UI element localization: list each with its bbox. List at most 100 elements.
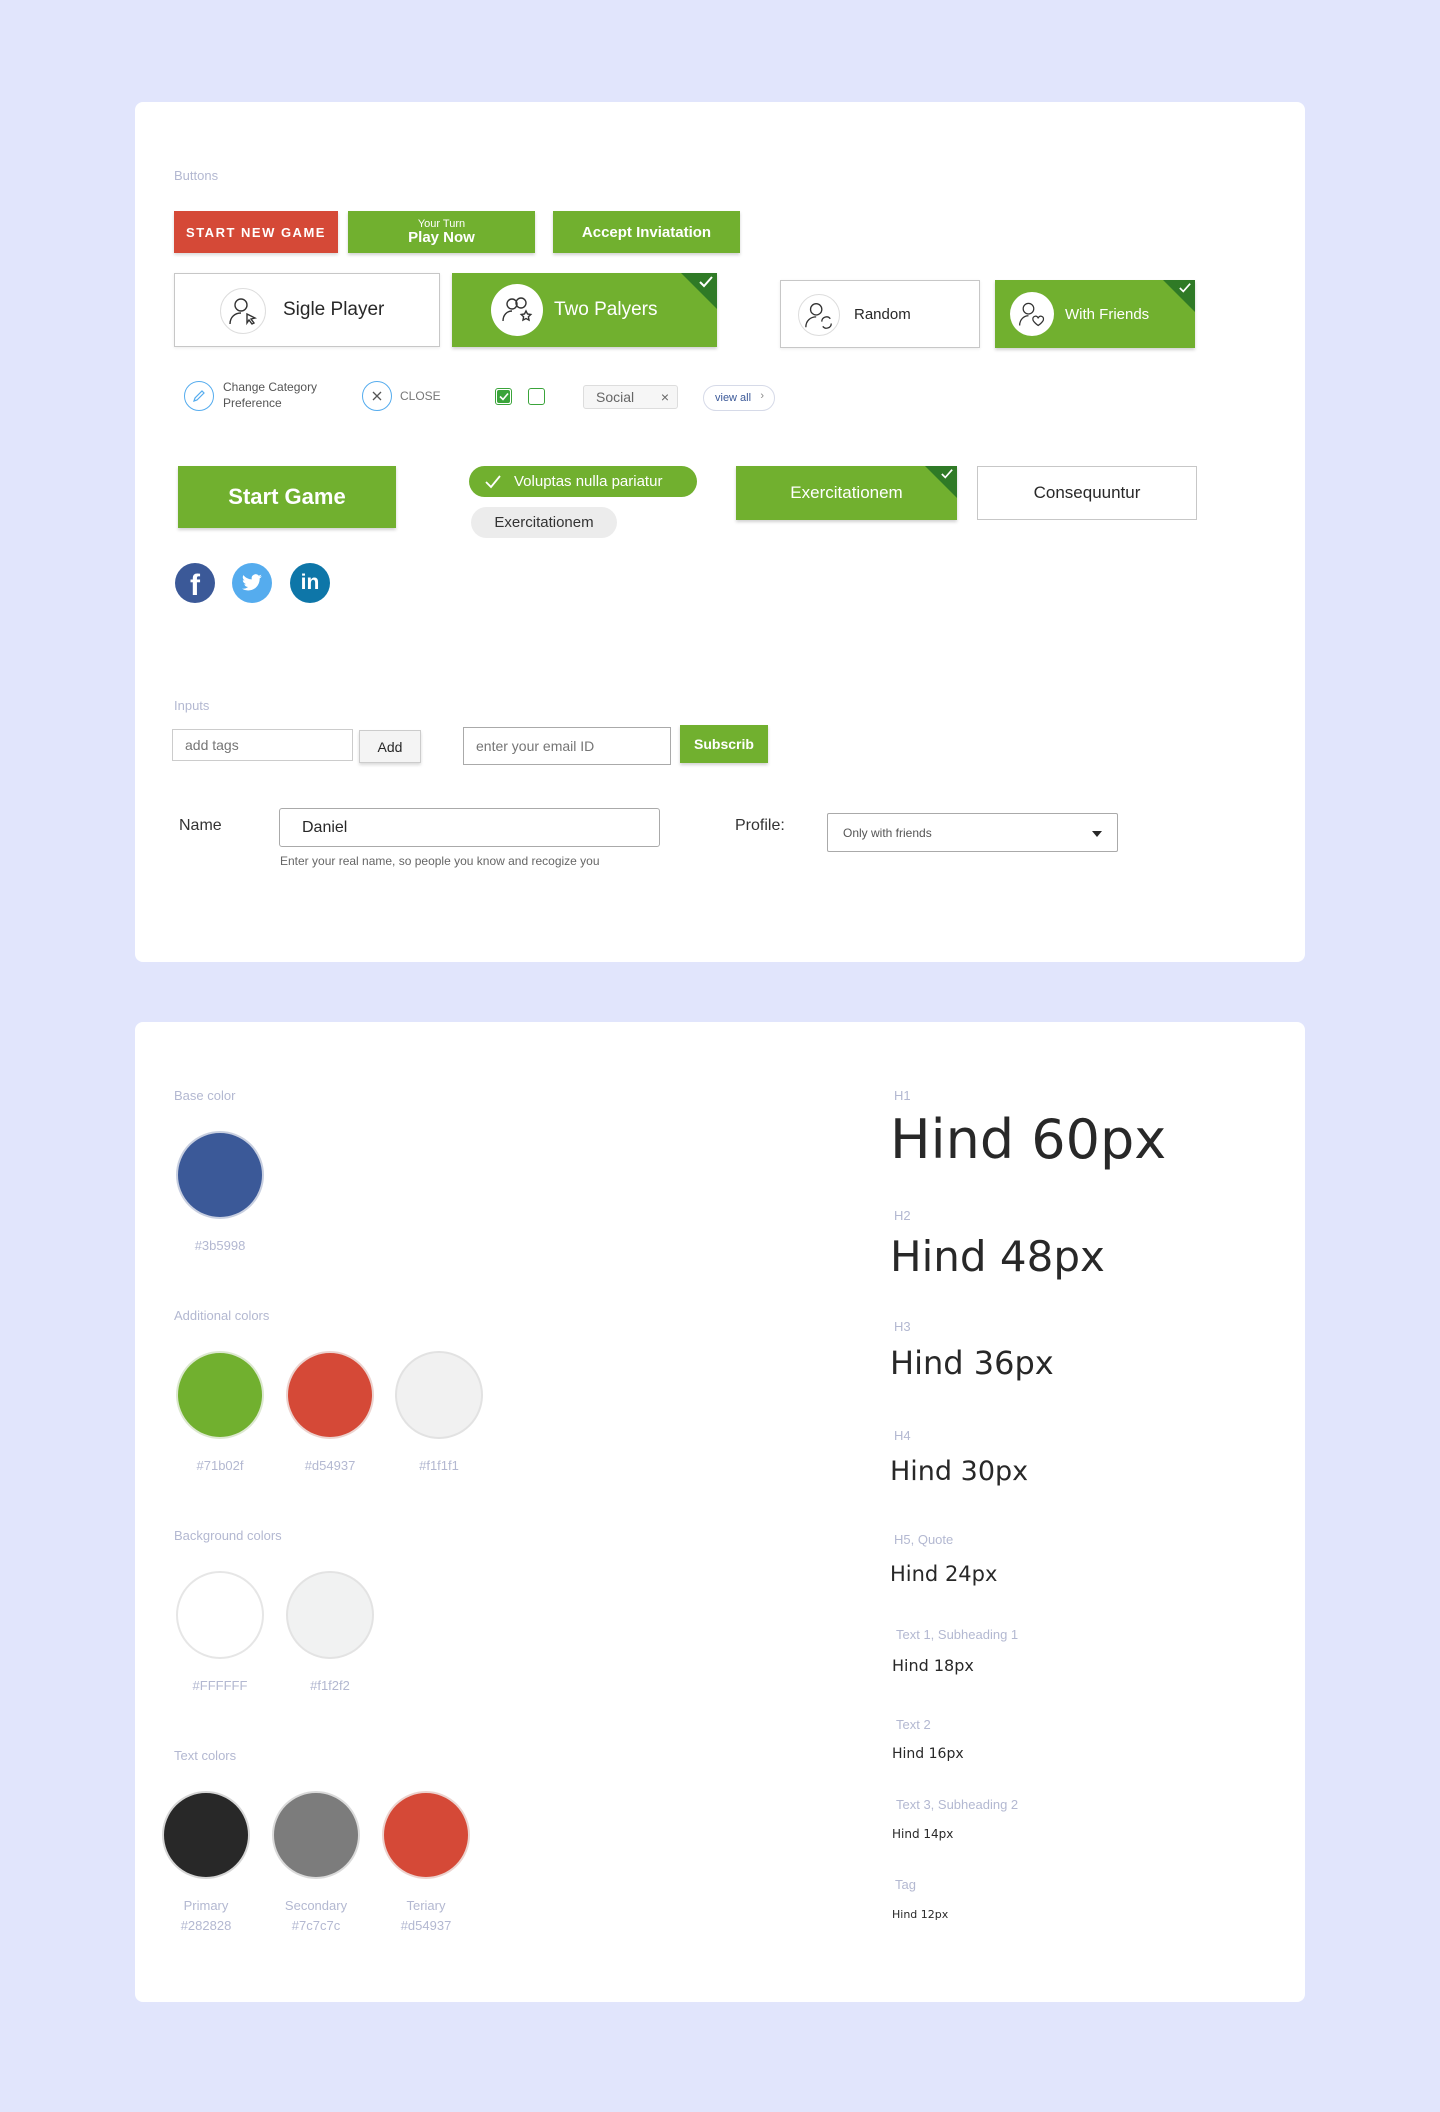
selected-corner [1163,280,1195,312]
check-icon [1179,283,1191,293]
type-label-h4: H4 [894,1428,911,1443]
change-category-line1: Change Category [223,380,318,394]
chip-selected[interactable]: Voluptas nulla pariatur [469,466,697,497]
swatch-green [176,1351,264,1439]
type-sample-text3: Hind 14px [892,1827,954,1841]
type-label-h3: H3 [894,1319,911,1334]
swatch-light-gray [395,1351,483,1439]
toggle-selected-button[interactable]: Exercitationem [736,466,957,520]
play-now-label: Play Now [408,228,475,246]
checkbox-checked[interactable] [495,388,512,405]
type-sample-h4: Hind 30px [890,1456,1029,1487]
type-sample-tag: Hind 12px [892,1908,949,1921]
type-sample-h3: Hind 36px [890,1344,1054,1382]
chip-unselected[interactable]: Exercitationem [471,507,617,538]
toggle-unselected-button[interactable]: Consequuntur [977,466,1197,520]
type-label-text3: Text 3, Subheading 2 [896,1797,1019,1812]
close-icon[interactable] [362,381,392,411]
user-heart-icon [1010,292,1054,336]
components-card: Buttons START NEW GAME Your Turn Play No… [135,102,1305,962]
swatch-tertiary-text [382,1791,470,1879]
type-sample-h2: Hind 48px [890,1232,1105,1281]
users-star-icon [491,284,543,336]
facebook-icon[interactable]: f [175,563,215,603]
linkedin-icon[interactable]: in [290,563,330,603]
type-sample-h1: Hind 60px [890,1108,1167,1171]
accept-invitation-button[interactable]: Accept Inviatation [553,211,740,253]
twitter-icon[interactable] [232,563,272,603]
random-button[interactable]: Random [780,280,980,348]
with-friends-button[interactable]: With Friends [995,280,1195,348]
add-button[interactable]: Add [359,730,421,763]
swatch-tertiary-hex: #d54937 [400,1918,452,1933]
name-hint: Enter your real name, so people you know… [280,854,600,868]
start-new-game-button[interactable]: START NEW GAME [174,211,338,253]
start-game-button[interactable]: Start Game [178,466,396,528]
selected-corner [681,273,717,309]
user-cursor-icon [220,288,266,334]
swatch-white-hex: #FFFFFF [192,1678,248,1693]
swatch-base-hex: #3b5998 [194,1238,246,1253]
type-label-h5: H5, Quote [894,1532,954,1547]
single-player-button[interactable]: Sigle Player [174,273,440,347]
base-color-label: Base color [174,1088,236,1103]
additional-colors-label: Additional colors [174,1308,270,1323]
swatch-red [286,1351,374,1439]
subscribe-button[interactable]: Subscrib [680,725,768,763]
buttons-section-label: Buttons [174,168,219,183]
single-player-label: Sigle Player [283,299,385,320]
checkbox-icon [497,390,510,403]
swatch-secondary-text [272,1791,360,1879]
close-label: CLOSE [400,389,441,403]
profile-select[interactable]: Only with friends [827,813,1118,852]
swatch-base-color [176,1131,264,1219]
swatch-primary-hex: #282828 [180,1918,232,1933]
check-icon [699,276,713,288]
toggle-selected-label: Exercitationem [790,483,903,502]
view-all-button[interactable]: view all › [703,385,775,411]
type-sample-text2: Hind 16px [892,1746,964,1762]
check-icon [941,469,953,479]
swatch-secondary-hex: #7c7c7c [291,1918,341,1933]
change-category-link[interactable]: Change Category Preference [223,379,317,411]
style-guide-card: Base color #3b5998 Additional colors #71… [135,1022,1305,2002]
with-friends-label: With Friends [1065,305,1150,323]
text-colors-label: Text colors [174,1748,237,1763]
type-sample-text1: Hind 18px [892,1656,974,1675]
checkbox-unchecked[interactable] [528,388,545,405]
two-players-label: Two Palyers [554,299,658,320]
type-label-text2: Text 2 [896,1717,931,1732]
random-label: Random [854,305,911,323]
two-players-button[interactable]: Two Palyers [452,273,717,347]
remove-tag-icon[interactable]: × [661,389,669,405]
swatch-secondary-name: Secondary [284,1898,348,1913]
type-sample-h5: Hind 24px [890,1562,998,1586]
tags-input[interactable] [172,729,353,761]
swatch-off-white-hex: #f1f2f2 [310,1678,350,1693]
type-label-h1: H1 [894,1088,911,1103]
name-field[interactable] [279,808,660,847]
selected-corner [925,466,957,498]
type-label-h2: H2 [894,1208,911,1223]
chevron-right-icon: › [760,390,764,402]
play-now-button[interactable]: Your Turn Play Now [348,211,535,253]
change-category-line2: Preference [223,396,282,410]
social-tag-label: Social [596,389,635,405]
swatch-tertiary-name: Teriary [406,1898,446,1913]
background-colors-label: Background colors [174,1528,282,1543]
swatch-red-hex: #d54937 [304,1458,356,1473]
dropdown-arrow-icon [1092,831,1102,837]
check-icon [485,475,501,489]
email-input[interactable] [463,727,671,765]
swatch-primary-name: Primary [183,1898,229,1913]
swatch-primary-caption: Primary #282828 [146,1896,266,1936]
type-label-tag: Tag [895,1877,916,1892]
swatch-green-hex: #71b02f [196,1458,244,1473]
profile-select-value: Only with friends [843,825,932,840]
swatch-off-white [286,1571,374,1659]
swatch-tertiary-caption: Teriary #d54937 [366,1896,486,1936]
inputs-section-label: Inputs [174,698,210,713]
type-label-text1: Text 1, Subheading 1 [896,1627,1019,1642]
swatch-secondary-caption: Secondary #7c7c7c [256,1896,376,1936]
edit-icon[interactable] [184,381,214,411]
